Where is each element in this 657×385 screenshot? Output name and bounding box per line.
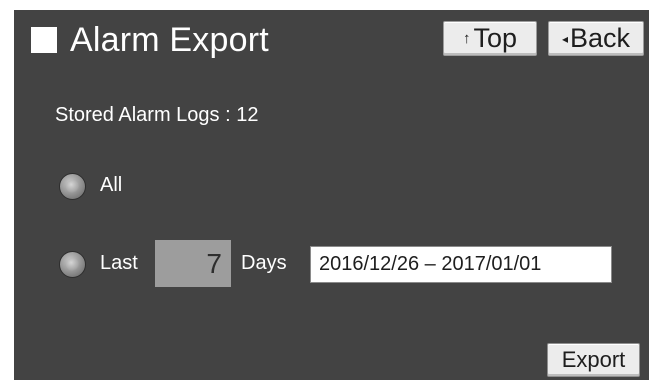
radio-all[interactable] xyxy=(59,173,86,200)
radio-all-label: All xyxy=(100,174,123,196)
title-square-icon xyxy=(31,27,57,53)
back-button[interactable]: ◂ Back xyxy=(548,21,644,56)
radio-last-label: Last xyxy=(100,252,138,274)
date-range-display: 2016/12/26 – 2017/01/01 xyxy=(310,246,612,283)
days-label: Days xyxy=(241,252,287,274)
back-button-label: Back xyxy=(570,23,631,53)
page-title: Alarm Export xyxy=(70,21,269,59)
alarm-export-screen: Alarm Export ↑ Top ◂ Back Stored Alarm L… xyxy=(14,10,649,380)
export-button[interactable]: Export xyxy=(547,343,640,377)
days-input[interactable]: 7 xyxy=(155,240,231,287)
arrow-up-icon: ↑ xyxy=(462,30,471,47)
radio-last[interactable] xyxy=(59,251,86,278)
triangle-left-icon: ◂ xyxy=(561,31,568,46)
top-button-label: Top xyxy=(473,23,518,53)
top-button[interactable]: ↑ Top xyxy=(443,21,537,56)
stored-alarm-logs-count: Stored Alarm Logs : 12 xyxy=(55,104,259,126)
